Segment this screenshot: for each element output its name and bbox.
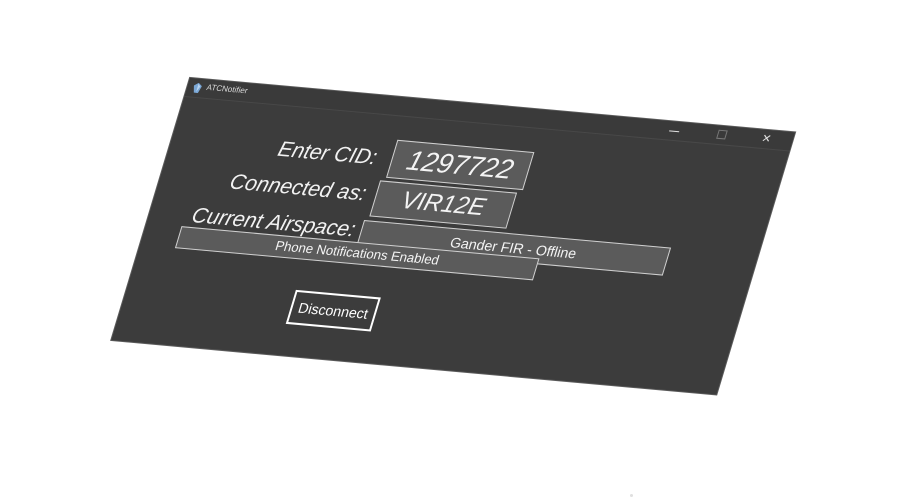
cid-label: Enter CID: [275, 137, 380, 170]
close-icon: ✕ [759, 132, 773, 146]
minimize-button[interactable] [654, 120, 695, 141]
screenshot-stage: ATCNotifier ✕ Enter CID: 1297722 Connect… [0, 0, 917, 502]
connected-as-label: Connected as: [226, 170, 370, 206]
maximize-button[interactable] [702, 125, 743, 146]
window-title: ATCNotifier [205, 82, 249, 96]
app-window: ATCNotifier ✕ Enter CID: 1297722 Connect… [111, 78, 796, 395]
app-icon [193, 82, 202, 94]
decorative-dot [630, 494, 633, 497]
disconnect-button[interactable]: Disconnect [285, 289, 381, 332]
close-button[interactable]: ✕ [746, 128, 787, 149]
